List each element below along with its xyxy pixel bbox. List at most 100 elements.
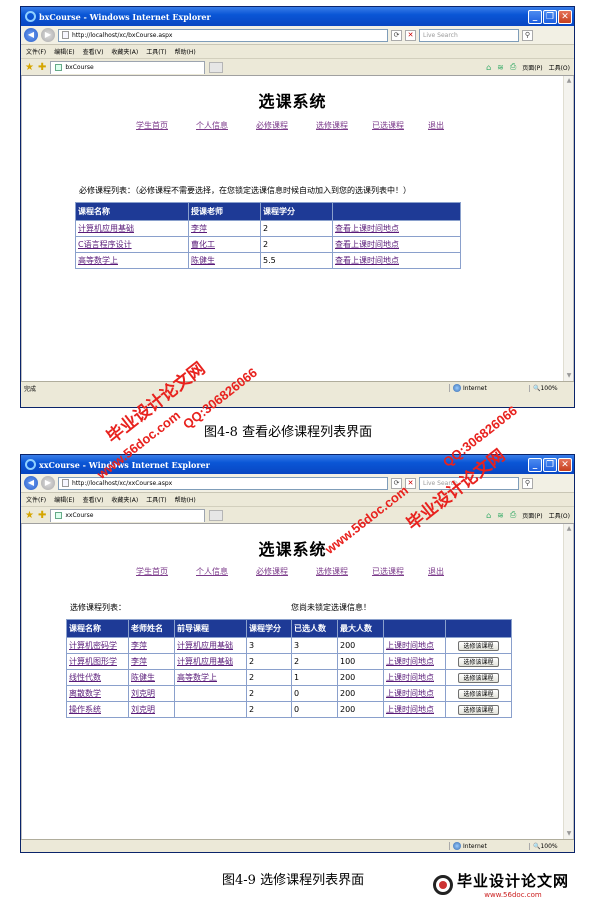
nav-personal-info[interactable]: 个人信息 (196, 566, 256, 577)
tools-menu[interactable]: 工具(O) (549, 63, 570, 72)
tab-current[interactable]: xxCourse (50, 508, 206, 522)
teacher-link[interactable]: 刘克明 (131, 705, 155, 714)
menu-help[interactable]: 帮助(H) (175, 47, 196, 56)
maximize-button[interactable]: ❐ (543, 457, 557, 472)
menu-view[interactable]: 查看(V) (83, 495, 104, 504)
nav-student-home[interactable]: 学生首页 (136, 120, 196, 131)
minimize-button[interactable]: _ (528, 457, 542, 472)
scroll-down-icon[interactable]: ▼ (565, 372, 573, 380)
search-input[interactable]: Live Search (419, 28, 519, 42)
menu-tools[interactable]: 工具(T) (146, 47, 166, 56)
tools-menu[interactable]: 工具(O) (549, 511, 570, 520)
teacher-link[interactable]: 陈健生 (191, 256, 215, 265)
schedule-link[interactable]: 上课时间地点 (386, 657, 434, 666)
forward-button[interactable]: ▶ (41, 28, 55, 42)
vertical-scrollbar[interactable]: ▲ ▼ (563, 76, 573, 381)
refresh-icon[interactable]: ⟳ (391, 29, 402, 41)
zoom-control[interactable]: 🔍100% (529, 384, 574, 392)
course-name-link[interactable]: 计算机应用基础 (78, 224, 134, 233)
print-icon[interactable]: ⎙ (510, 510, 516, 520)
minimize-button[interactable]: _ (528, 9, 542, 24)
home-icon[interactable]: ⌂ (486, 511, 491, 520)
prereq-link[interactable]: 高等数学上 (177, 673, 217, 682)
stop-icon[interactable]: ✕ (405, 477, 416, 489)
nav-student-home[interactable]: 学生首页 (136, 566, 196, 577)
teacher-link[interactable]: 刘克明 (131, 689, 155, 698)
teacher-link[interactable]: 陈健生 (131, 673, 155, 682)
prereq-link[interactable]: 计算机应用基础 (177, 641, 233, 650)
home-icon[interactable]: ⌂ (486, 63, 491, 72)
menu-file[interactable]: 文件(F) (26, 495, 46, 504)
nav-selected-courses[interactable]: 已选课程 (372, 120, 428, 131)
scroll-up-icon[interactable]: ▲ (565, 77, 573, 85)
search-icon[interactable]: ⚲ (522, 477, 533, 489)
schedule-link[interactable]: 上课时间地点 (386, 673, 434, 682)
course-name-link[interactable]: C语言程序设计 (78, 240, 132, 249)
view-schedule-link[interactable]: 查看上课时间地点 (335, 240, 399, 249)
nav-logout[interactable]: 退出 (428, 120, 444, 131)
course-name-link[interactable]: 离散数学 (69, 689, 101, 698)
forward-button[interactable]: ▶ (41, 476, 55, 490)
menu-favorites[interactable]: 收藏夹(A) (111, 495, 138, 504)
tab-current[interactable]: bxCourse (50, 60, 206, 74)
nav-personal-info[interactable]: 个人信息 (196, 120, 256, 131)
nav-elective-courses[interactable]: 选修课程 (316, 120, 372, 131)
menu-help[interactable]: 帮助(H) (175, 495, 196, 504)
select-course-button[interactable]: 选修该课程 (458, 688, 499, 699)
favorites-star-icon[interactable]: ★ (25, 62, 34, 73)
course-name-link[interactable]: 操作系统 (69, 705, 101, 714)
stop-icon[interactable]: ✕ (405, 29, 416, 41)
menu-edit[interactable]: 编辑(E) (54, 47, 74, 56)
nav-required-courses[interactable]: 必修课程 (256, 120, 316, 131)
back-button[interactable]: ◀ (24, 28, 38, 42)
add-favorites-icon[interactable]: ✚ (38, 62, 46, 73)
menu-edit[interactable]: 编辑(E) (54, 495, 74, 504)
nav-selected-courses[interactable]: 已选课程 (372, 566, 428, 577)
feeds-icon[interactable]: ≋ (497, 511, 504, 520)
nav-elective-courses[interactable]: 选修课程 (316, 566, 372, 577)
close-button[interactable]: ✕ (558, 9, 572, 24)
prereq-link[interactable]: 计算机应用基础 (177, 657, 233, 666)
close-button[interactable]: ✕ (558, 457, 572, 472)
menu-favorites[interactable]: 收藏夹(A) (111, 47, 138, 56)
menu-view[interactable]: 查看(V) (83, 47, 104, 56)
course-name-link[interactable]: 计算机图形学 (69, 657, 117, 666)
scroll-down-icon[interactable]: ▼ (565, 830, 573, 838)
select-course-button[interactable]: 选修该课程 (458, 672, 499, 683)
scroll-up-icon[interactable]: ▲ (565, 525, 573, 533)
teacher-link[interactable]: 李萍 (131, 657, 147, 666)
search-icon[interactable]: ⚲ (522, 29, 533, 41)
select-course-button[interactable]: 选修该课程 (458, 656, 499, 667)
nav-required-courses[interactable]: 必修课程 (256, 566, 316, 577)
schedule-link[interactable]: 上课时间地点 (386, 689, 434, 698)
menu-tools[interactable]: 工具(T) (146, 495, 166, 504)
new-tab-button[interactable] (209, 61, 224, 73)
maximize-button[interactable]: ❐ (543, 9, 557, 24)
page-menu[interactable]: 页面(P) (522, 63, 542, 72)
course-name-link[interactable]: 高等数学上 (78, 256, 118, 265)
view-schedule-link[interactable]: 查看上课时间地点 (335, 256, 399, 265)
select-course-button[interactable]: 选修该课程 (458, 640, 499, 651)
zoom-control[interactable]: 🔍100% (529, 842, 574, 850)
feeds-icon[interactable]: ≋ (497, 63, 504, 72)
nav-logout[interactable]: 退出 (428, 566, 444, 577)
course-name-link[interactable]: 计算机密码学 (69, 641, 117, 650)
new-tab-button[interactable] (209, 509, 224, 521)
vertical-scrollbar[interactable]: ▲ ▼ (563, 524, 573, 839)
favorites-star-icon[interactable]: ★ (25, 510, 34, 521)
menu-file[interactable]: 文件(F) (26, 47, 46, 56)
add-favorites-icon[interactable]: ✚ (38, 510, 46, 521)
course-name-link[interactable]: 线性代数 (69, 673, 101, 682)
url-field[interactable]: http://localhost/xc/bxCourse.aspx (58, 28, 388, 42)
back-button[interactable]: ◀ (24, 476, 38, 490)
teacher-link[interactable]: 李萍 (191, 224, 207, 233)
select-course-button[interactable]: 选修该课程 (458, 704, 499, 715)
view-schedule-link[interactable]: 查看上课时间地点 (335, 224, 399, 233)
schedule-link[interactable]: 上课时间地点 (386, 641, 434, 650)
print-icon[interactable]: ⎙ (510, 62, 516, 72)
page-menu[interactable]: 页面(P) (522, 511, 542, 520)
max-count-cell: 200 (337, 701, 384, 718)
teacher-link[interactable]: 曹化工 (191, 240, 215, 249)
schedule-link[interactable]: 上课时间地点 (386, 705, 434, 714)
teacher-link[interactable]: 李萍 (131, 641, 147, 650)
